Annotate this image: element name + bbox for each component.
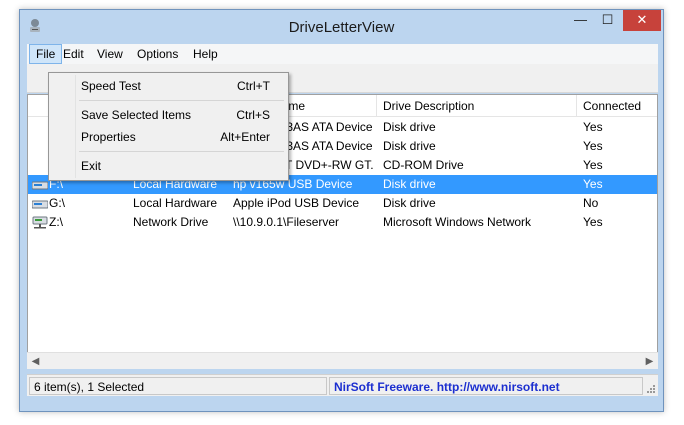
status-link-panel: NirSoft Freeware. http://www.nirsoft.net [329,377,643,395]
menu-item-label: Properties [81,130,136,144]
cell-name: Apple iPod USB Device [233,196,360,210]
close-button[interactable]: ✕ [623,10,661,31]
cell-name: \\10.9.0.1\Fileserver [233,215,340,229]
cell-connected: Yes [583,215,603,229]
scroll-right-icon[interactable]: ▶ [641,353,658,370]
cell-connected: Yes [583,120,603,134]
horizontal-scrollbar[interactable]: ◀ ▶ [27,352,658,369]
menu-item-shortcut: Alt+Enter [220,130,270,144]
minimize-button[interactable]: — [567,10,594,31]
menu-item-save-selected[interactable]: Save Selected Items Ctrl+S [51,104,286,126]
menu-item-properties[interactable]: Properties Alt+Enter [51,126,286,148]
status-item-count: 6 item(s), 1 Selected [29,377,327,395]
cell-connected: No [583,196,599,210]
cell-description: Microsoft Windows Network [383,215,532,229]
menu-edit[interactable]: Edit [57,44,90,64]
file-menu-dropdown: Speed Test Ctrl+T Save Selected Items Ct… [48,72,289,181]
network-drive-icon [32,216,48,229]
menu-item-speed-test[interactable]: Speed Test Ctrl+T [51,75,286,97]
cell-connected: Yes [583,177,603,191]
menu-item-label: Speed Test [81,79,141,93]
menu-help[interactable]: Help [187,44,224,64]
usb-drive-icon [32,200,48,209]
cell-description: CD-ROM Drive [383,158,464,172]
menu-item-exit[interactable]: Exit [51,155,286,177]
cell-description: Disk drive [383,120,436,134]
menu-separator [79,100,284,101]
menu-view[interactable]: View [91,44,129,64]
menu-item-label: Save Selected Items [81,108,192,122]
menu-item-label: Exit [81,159,102,173]
cell-description: Disk drive [383,139,436,153]
nirsoft-link[interactable]: NirSoft Freeware. http://www.nirsoft.net [334,380,560,394]
column-header-connected[interactable]: Connected [577,95,657,117]
title-bar[interactable]: DriveLetterView — ☐ ✕ [20,10,663,44]
menu-options[interactable]: Options [131,44,184,64]
table-row[interactable]: G:\ Local Hardware Apple iPod USB Device… [28,194,657,213]
resize-grip-icon[interactable] [646,384,656,394]
cell-description: Disk drive [383,196,436,210]
cell-drive: Z:\ [49,215,63,229]
menu-item-shortcut: Ctrl+S [236,108,270,122]
maximize-button[interactable]: ☐ [594,10,621,31]
column-header-description[interactable]: Drive Description [377,95,577,117]
cell-description: Disk drive [383,177,436,191]
cell-drive: G:\ [49,196,66,210]
app-window: DriveLetterView — ☐ ✕ File Edit View Opt… [19,9,664,412]
status-bar: 6 item(s), 1 Selected NirSoft Freeware. … [27,374,658,396]
table-row[interactable]: Z:\ Network Drive \\10.9.0.1\Fileserver … [28,213,657,232]
menu-bar: File Edit View Options Help [27,44,658,64]
cell-connected: Yes [583,158,603,172]
usb-drive-icon [32,181,48,190]
menu-separator [79,151,284,152]
scroll-left-icon[interactable]: ◀ [27,353,44,370]
menu-item-shortcut: Ctrl+T [237,79,270,93]
cell-connected: Yes [583,139,603,153]
